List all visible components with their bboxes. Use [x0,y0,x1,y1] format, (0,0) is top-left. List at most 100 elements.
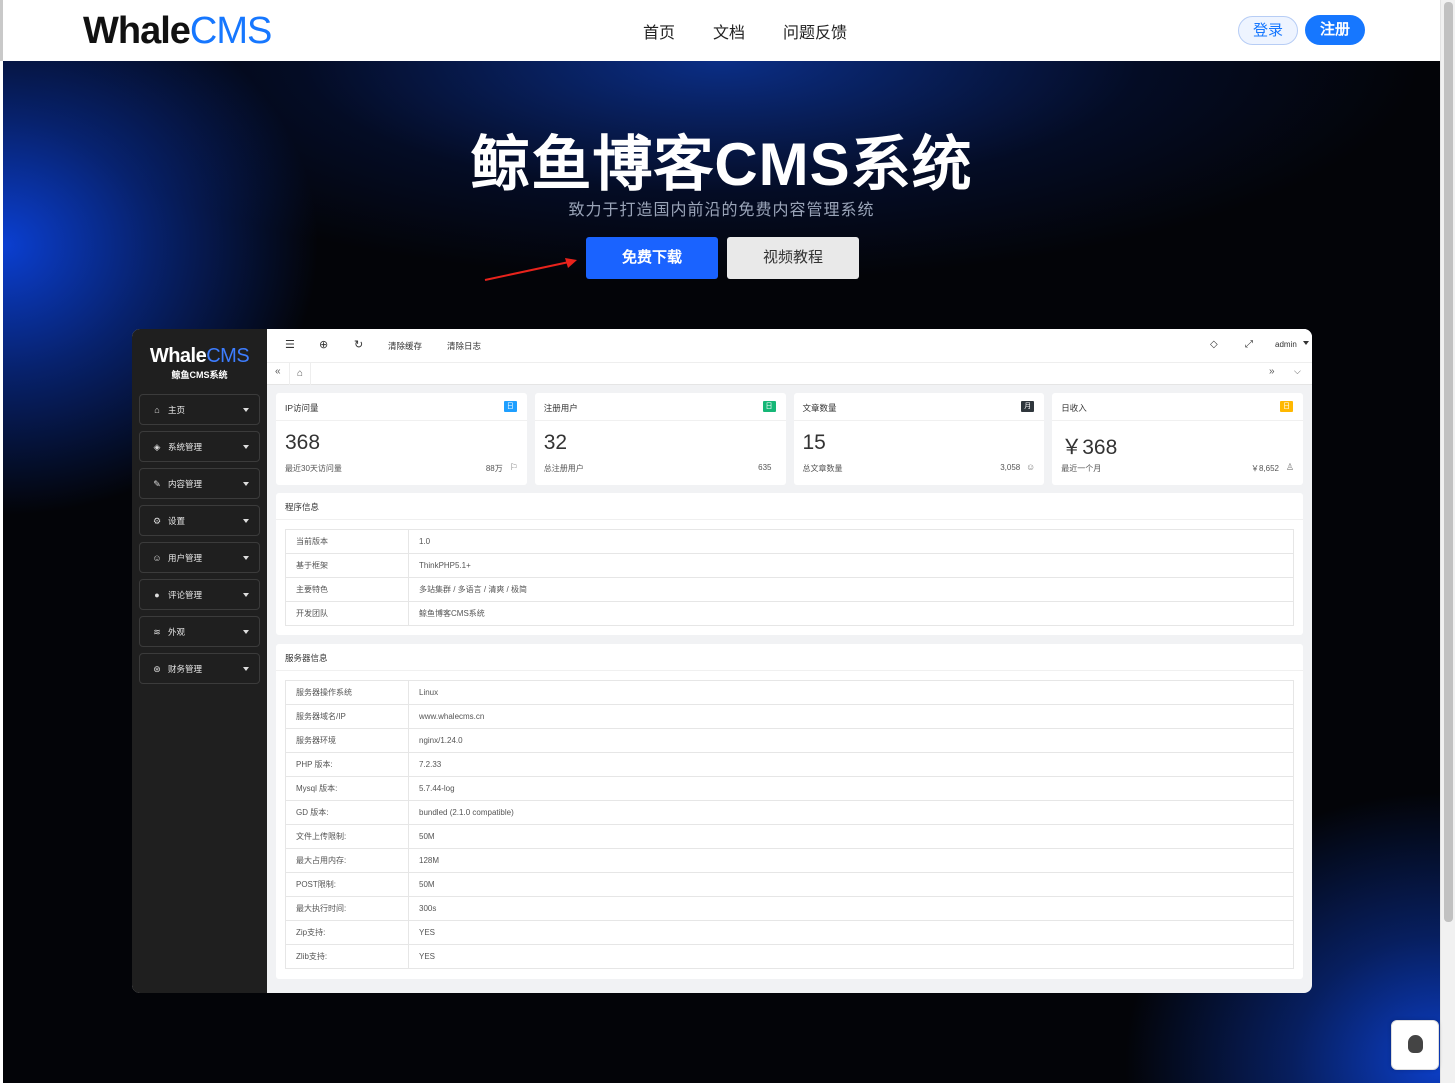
caret-down-icon[interactable] [1303,341,1309,345]
admin-menu: ⌂ 主页 ◈ 系统管理 ✎ 内容管理 ⚙ 设置 ☺ 用户管理 ● 评论管理 ≋ 外观 ⊛ 财务管… [139,394,260,690]
period-badge: 日 [503,401,517,412]
table-row: 主要特色 多站集群 / 多语言 / 清爽 / 极简 [285,577,1294,602]
caret-down-icon [243,445,249,449]
stat-value: ￥368 [1061,436,1118,459]
table-row: Zlib支持: YES [285,944,1294,969]
globe-icon[interactable]: ⊕ [319,338,328,351]
table-row: 当前版本 1.0 [285,529,1294,554]
table-row: Mysql 版本: 5.7.44-log [285,776,1294,801]
admin-logo: WhaleCMS [149,345,250,367]
menu-item-system[interactable]: ◈ 系统管理 [139,431,260,462]
admin-sidebar: WhaleCMS 鲸鱼CMS系统 ⌂ 主页 ◈ 系统管理 ✎ 内容管理 ⚙ 设置 ☺ 用户… [132,329,267,993]
comment-icon: ● [154,589,160,600]
free-download-button[interactable]: 免费下载 [586,237,718,279]
caret-down-icon [243,482,249,486]
stat-card-articles: 文章数量 月 15 总文章数量 3,058 ☺ [793,393,1045,485]
period-badge: 日 [762,401,776,412]
table-row: 文件上传限制: 50M [285,824,1294,849]
admin-user-menu[interactable]: admin [1275,340,1297,349]
chevron-down-icon[interactable]: ⌵ [1294,366,1301,377]
refresh-icon[interactable]: ↻ [354,338,363,351]
user-icon: ♙ [1285,462,1294,472]
gear-icon: ⚙ [152,515,162,526]
nav-home[interactable]: 首页 [643,19,675,43]
tabs-left-icon[interactable]: « [275,366,281,377]
table-row: Zip支持: YES [285,920,1294,945]
table-row: 基于框架 ThinkPHP5.1+ [285,553,1294,578]
top-navbar: WhaleCMS 首页 文档 问题反馈 登录 注册 [0,0,1440,61]
finance-icon: ⊛ [153,663,161,674]
qq-penguin-icon [1408,1035,1423,1053]
caret-down-icon [243,667,249,671]
layers-icon: ≋ [153,626,161,637]
fullscreen-icon[interactable]: ⤢ [1245,339,1253,350]
server-info-table: 服务器操作系统 Linux 服务器域名/IP www.whalecms.cn 服务器… [285,680,1294,969]
menu-item-settings[interactable]: ⚙ 设置 [139,505,260,536]
user-icon: ☺ [152,552,162,563]
page-scrollbar[interactable] [1440,0,1455,1083]
stat-card-income: 日收入 日 ￥368 最近一个月 ￥8,652 ♙ [1052,393,1303,485]
caret-down-icon [243,593,249,597]
scrollbar-thumb[interactable] [1444,2,1453,922]
menu-item-users[interactable]: ☺ 用户管理 [139,542,260,573]
red-arrow-icon [484,258,577,281]
admin-preview-screenshot: WhaleCMS 鲸鱼CMS系统 ⌂ 主页 ◈ 系统管理 ✎ 内容管理 ⚙ 设置 ☺ 用户… [132,329,1312,993]
menu-item-home[interactable]: ⌂ 主页 [139,394,260,425]
table-row: 开发团队 鲸鱼博客CMS系统 [285,601,1294,626]
stat-value: 32 [543,431,568,454]
login-button[interactable]: 登录 [1238,16,1298,45]
table-row: GD 版本: bundled (2.1.0 compatible) [285,800,1294,825]
period-badge: 月 [1021,401,1035,412]
stat-value: 15 [802,431,826,454]
hero-subtitle: 致力于打造国内前沿的免费内容管理系统 [568,202,875,219]
flag-icon: ⚐ [509,462,518,472]
program-info-table: 当前版本 1.0 基于框架 ThinkPHP5.1+ 主要特色 多站集群 / 多语言 … [285,529,1294,626]
shield-icon: ◈ [153,441,161,452]
table-row: PHP 版本: 7.2.33 [285,752,1294,777]
admin-main: ☰ ⊕ ↻ 清除缓存 清除日志 ◇ ⤢ admin « ⌂ » ⌵ IP访问量 … [267,329,1312,993]
admin-logo-subtitle: 鲸鱼CMS系统 [171,370,228,380]
clear-log-button[interactable]: 清除日志 [447,340,481,352]
table-row: 服务器环境 nginx/1.24.0 [285,728,1294,753]
smile-icon: ☺ [1026,462,1036,472]
main-nav: 首页 文档 问题反馈 [643,19,847,43]
nav-feedback[interactable]: 问题反馈 [783,19,847,43]
clear-cache-button[interactable]: 清除缓存 [388,340,422,352]
panel-title: 服务器信息 [285,653,328,663]
admin-tabbar: « ⌂ » ⌵ [267,363,1312,385]
register-button[interactable]: 注册 [1305,15,1365,45]
hero-title: 鲸鱼博客CMS系统 [470,131,973,198]
tabs-right-icon[interactable]: » [1269,366,1275,377]
menu-item-content[interactable]: ✎ 内容管理 [139,468,260,499]
caret-down-icon [243,408,249,412]
video-tutorial-button[interactable]: 视频教程 [727,237,859,279]
menu-item-comments[interactable]: ● 评论管理 [139,579,260,610]
stat-cards: IP访问量 日 368 最近30天访问量 88万 ⚐ 注册用户 日 32 总注册… [276,393,1303,485]
stat-value: 368 [285,431,321,454]
stat-card-users: 注册用户 日 32 总注册用户 635 [534,393,786,485]
table-row: 服务器域名/IP www.whalecms.cn [285,704,1294,729]
program-info-panel: 程序信息 当前版本 1.0 基于框架 ThinkPHP5.1+ 主要特色 多站集群 /… [276,493,1303,635]
caret-down-icon [243,630,249,634]
menu-item-appearance[interactable]: ≋ 外观 [139,616,260,647]
panel-title: 程序信息 [285,502,320,512]
nav-docs[interactable]: 文档 [713,19,745,43]
qq-contact-button[interactable] [1391,1020,1439,1070]
caret-down-icon [243,519,249,523]
menu-toggle-icon[interactable]: ☰ [285,338,295,351]
home-icon: ⌂ [296,368,304,379]
hero-section: 鲸鱼博客CMS系统 致力于打造国内前沿的免费内容管理系统 免费下载 视频教程 W… [3,61,1440,1083]
server-info-panel: 服务器信息 服务器操作系统 Linux 服务器域名/IP www.whalecms.… [276,644,1303,979]
table-row: POST限制: 50M [285,872,1294,897]
home-tab[interactable]: ⌂ [289,363,311,385]
stat-card-ip: IP访问量 日 368 最近30天访问量 88万 ⚐ [276,393,527,485]
caret-down-icon [243,556,249,560]
admin-toolbar: ☰ ⊕ ↻ 清除缓存 清除日志 ◇ ⤢ admin [267,329,1312,363]
period-badge: 日 [1280,401,1293,412]
menu-item-finance[interactable]: ⊛ 财务管理 [139,653,260,684]
edit-icon: ✎ [153,478,161,489]
site-logo[interactable]: WhaleCMS [83,10,272,53]
table-row: 最大执行时间: 300s [285,896,1294,921]
home-icon: ⌂ [154,404,160,415]
tag-icon[interactable]: ◇ [1210,339,1218,350]
